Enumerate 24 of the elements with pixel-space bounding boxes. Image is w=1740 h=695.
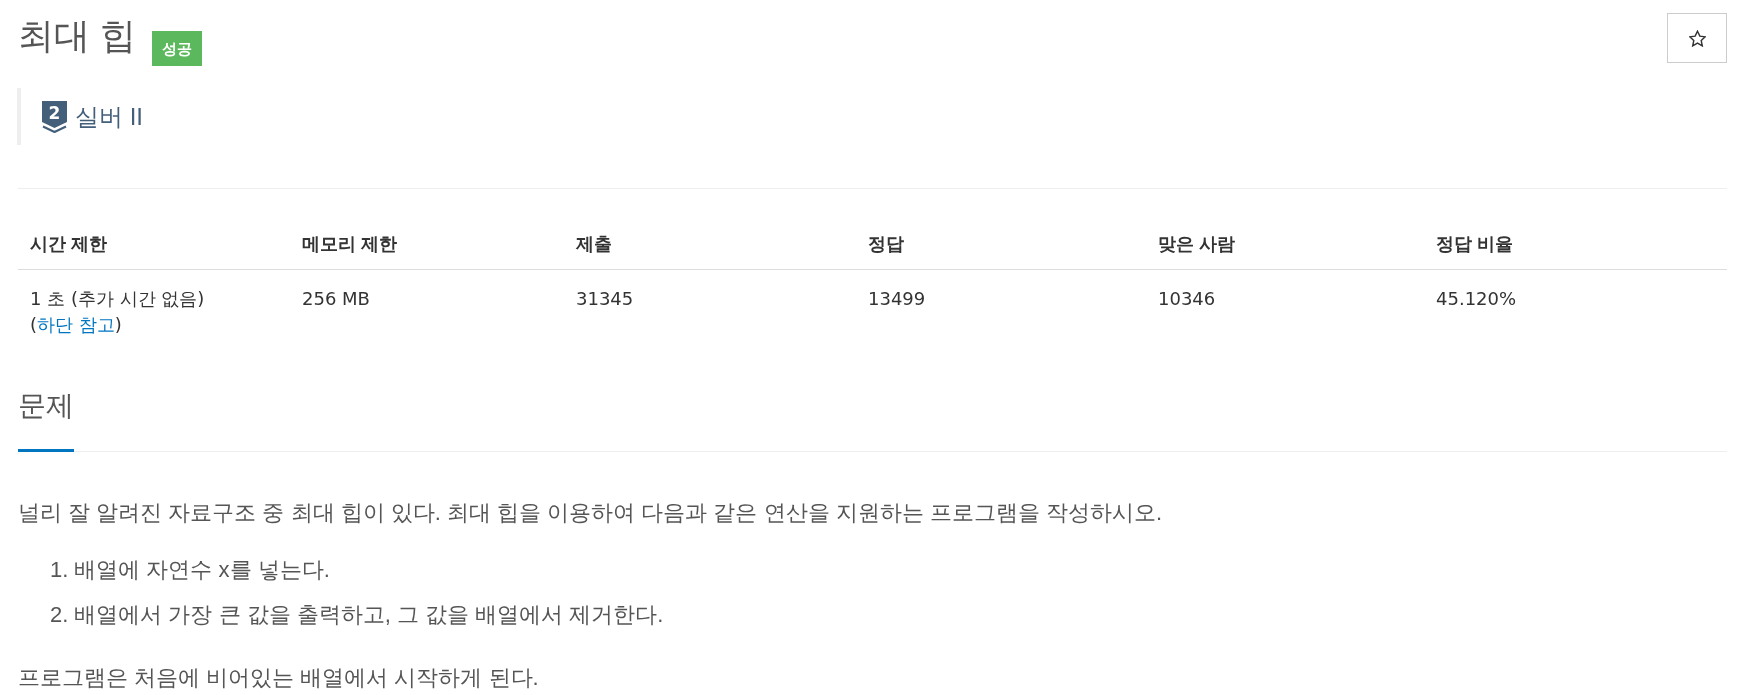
table-cell: 256 MB: [290, 269, 564, 354]
table-header-cell: 제출: [564, 217, 856, 270]
section-heading: 문제: [18, 388, 74, 452]
list-number: 2.: [50, 601, 69, 629]
table-header-cell: 메모리 제한: [290, 217, 564, 270]
list-item-text: 배열에 자연수 x를 넣는다.: [74, 556, 330, 584]
problem-title: 최대 힙: [18, 14, 136, 58]
table-header-cell: 시간 제한: [18, 217, 290, 270]
favorite-button[interactable]: [1667, 13, 1727, 63]
table-cell: 13499: [856, 269, 1146, 354]
tier-name: 실버 II: [75, 101, 143, 132]
table-cell: 45.120%: [1424, 269, 1727, 354]
result-label: 성공: [152, 31, 202, 66]
table-header-cell: 맞은 사람: [1146, 217, 1424, 270]
list-number: 1.: [50, 556, 69, 584]
footnote-link[interactable]: 하단 참고: [37, 314, 115, 335]
paragraph: 프로그램은 처음에 비어있는 배열에서 시작하게 된다.: [18, 664, 540, 692]
table-cell: 10346: [1146, 269, 1424, 354]
table-cell: 31345: [564, 269, 856, 354]
list-item-text: 배열에서 가장 큰 값을 출력하고, 그 값을 배열에서 제거한다.: [74, 601, 664, 629]
table-cell: 1 초 (추가 시간 없음) (하단 참고): [18, 269, 290, 354]
table-header-cell: 정답 비율: [1424, 217, 1727, 270]
paragraph: 널리 잘 알려진 자료구조 중 최대 힙이 있다. 최대 힙을 이용하여 다음과 같은 연산을 지원하는 프로그램을 작성하시오.: [18, 499, 1164, 527]
table-header-cell: 정답: [856, 217, 1146, 270]
